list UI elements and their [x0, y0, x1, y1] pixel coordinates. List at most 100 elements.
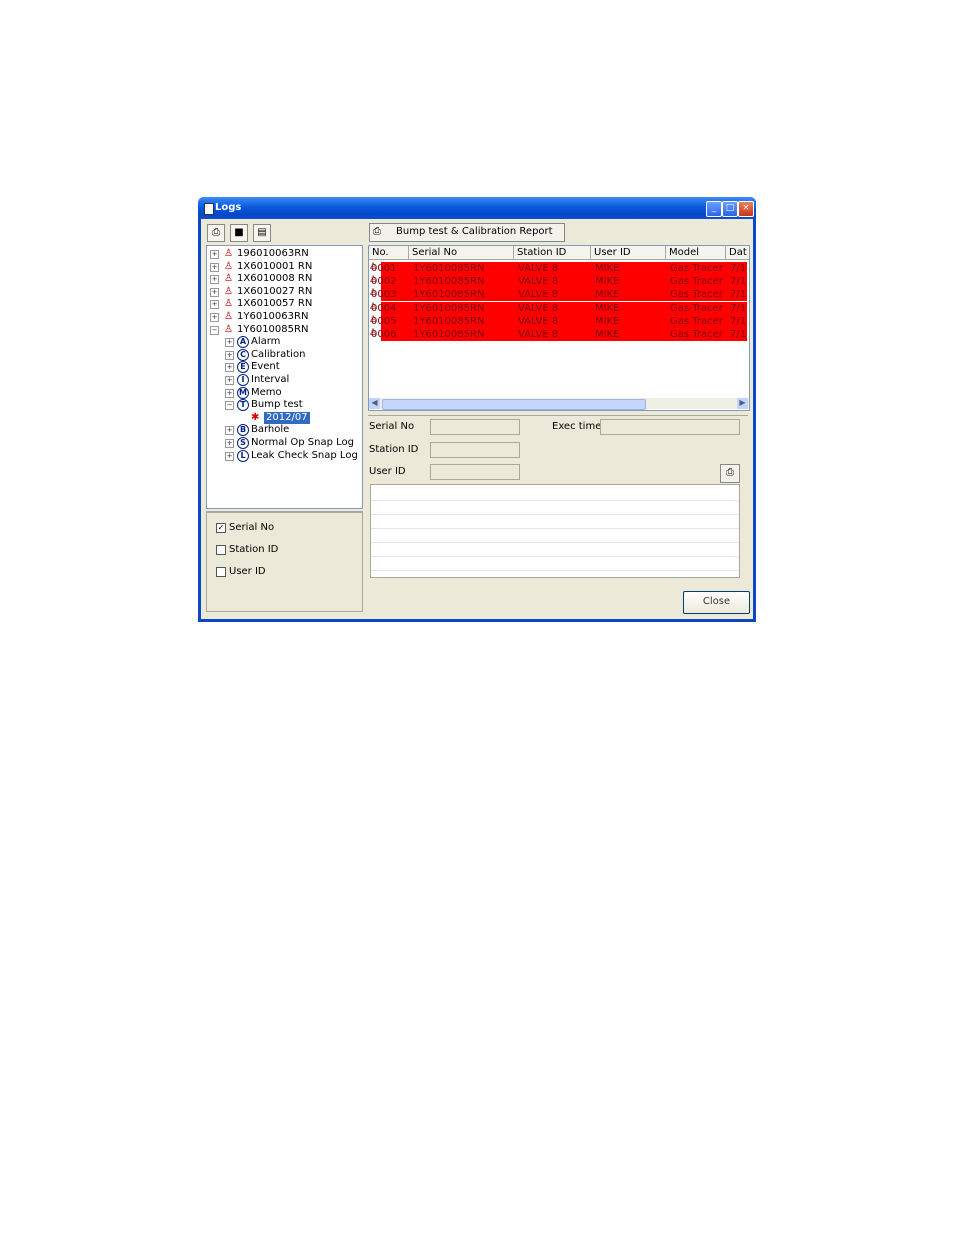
- table-cell: MIKE: [595, 329, 620, 340]
- table-row[interactable]: ♙ 0006 1Y6010085RN VALVE 8 MIKE Gas Tracer 7/1: [369, 328, 747, 341]
- filter-panel: ✓ Serial No Station ID User ID: [206, 511, 363, 612]
- column-header-5[interactable]: Dat: [726, 246, 749, 260]
- user-label: User ID: [369, 466, 406, 477]
- table-cell: 7/1: [730, 302, 747, 314]
- horizontal-scrollbar[interactable]: ◀ ▶: [369, 398, 749, 410]
- column-header-2[interactable]: Station ID: [514, 246, 591, 260]
- expand-icon[interactable]: +: [225, 338, 234, 348]
- table-cell: MIKE: [595, 302, 620, 314]
- category-a-icon: A: [237, 336, 249, 349]
- table-row[interactable]: ♙ 0004 1Y6010085RN VALVE 8 MIKE Gas Tracer 7/1: [369, 301, 747, 315]
- category-t-icon: T: [237, 399, 249, 412]
- table-cell: 1Y6010085RN: [413, 302, 485, 314]
- column-header-3[interactable]: User ID: [591, 246, 666, 260]
- scroll-right-icon[interactable]: ▶: [737, 398, 748, 409]
- user-checkbox[interactable]: [216, 567, 226, 577]
- category-i-icon: I: [237, 374, 249, 386]
- table-cell: VALVE 8: [518, 276, 559, 288]
- app-icon: [204, 203, 214, 215]
- minimize-icon[interactable]: _: [706, 201, 722, 217]
- expand-icon[interactable]: +: [210, 287, 219, 297]
- table-cell: 7/1: [730, 263, 747, 274]
- table-cell: VALVE 8: [518, 289, 559, 301]
- device-icon: ♙: [224, 323, 233, 335]
- table-cell: 7/1: [730, 276, 747, 288]
- table-row[interactable]: ♙ 0003 1Y6010085RN VALVE 8 MIKE Gas Tracer 7/1: [369, 288, 747, 302]
- serial-field[interactable]: [430, 419, 520, 435]
- detail-grid[interactable]: [370, 484, 740, 578]
- column-header-4[interactable]: Model: [666, 246, 726, 260]
- report-button[interactable]: ⎙ Bump test & Calibration Report: [369, 223, 565, 242]
- station-checkbox-label: Station ID: [229, 544, 279, 555]
- expand-icon[interactable]: +: [210, 300, 219, 310]
- user-field[interactable]: [430, 464, 520, 480]
- table-cell: 1Y6010085RN: [413, 329, 485, 340]
- title-bar[interactable]: Logs _ □ ×: [198, 197, 756, 219]
- expand-icon[interactable]: −: [225, 401, 234, 411]
- table-row[interactable]: ♙ 0005 1Y6010085RN VALVE 8 MIKE Gas Tracer 7/1: [369, 314, 747, 328]
- floppy-icon[interactable]: ■: [230, 224, 248, 242]
- table-cell: VALVE 8: [518, 302, 559, 314]
- table-cell: 0005: [371, 315, 397, 327]
- table-cell: 0003: [371, 289, 397, 301]
- table-cell: 7/1: [730, 329, 747, 340]
- expand-icon[interactable]: +: [210, 262, 219, 272]
- table-cell: Gas Tracer: [670, 263, 723, 274]
- category-e-icon: E: [237, 361, 249, 374]
- device-icon: ♙: [224, 260, 233, 272]
- expand-icon[interactable]: +: [225, 376, 234, 385]
- scroll-thumb[interactable]: [382, 399, 646, 410]
- close-button[interactable]: Close: [683, 591, 750, 614]
- expand-icon[interactable]: +: [225, 439, 234, 448]
- table-cell: MIKE: [595, 263, 620, 274]
- printer-icon[interactable]: ⎙: [207, 224, 225, 242]
- scroll-left-icon[interactable]: ◀: [369, 398, 380, 409]
- table-cell: 1Y6010085RN: [413, 263, 485, 274]
- tree-device-label: 1X6010057 RN: [237, 298, 313, 310]
- print-detail-button[interactable]: ⎙: [720, 464, 740, 483]
- table-cell: 7/1: [730, 315, 747, 327]
- device-icon: ♙: [224, 298, 233, 310]
- expand-icon[interactable]: +: [210, 250, 219, 259]
- tree-device-label: 1Y6010085RN: [237, 323, 309, 335]
- table-cell: 1Y6010085RN: [413, 315, 485, 327]
- table-cell: Gas Tracer: [670, 329, 723, 340]
- column-header-1[interactable]: Serial No: [409, 246, 514, 260]
- category-s-icon: S: [237, 437, 249, 449]
- tree-category-label: Normal Op Snap Log: [251, 437, 354, 448]
- table-cell: MIKE: [595, 276, 620, 288]
- column-header-0[interactable]: No.: [369, 246, 409, 260]
- expand-icon[interactable]: +: [225, 350, 234, 360]
- printer-icon: ⎙: [726, 467, 734, 478]
- expand-icon[interactable]: +: [225, 388, 234, 398]
- serial-checkbox[interactable]: ✓: [216, 523, 226, 533]
- category-c-icon: C: [237, 348, 249, 361]
- device-icon: ♙: [224, 285, 233, 297]
- table-row[interactable]: ♙ 0002 1Y6010085RN VALVE 8 MIKE Gas Tracer 7/1: [369, 275, 747, 289]
- maximize-icon[interactable]: □: [722, 201, 738, 217]
- window-client: ⎙ ■ ▤ ⎙ Bump test & Calibration Report +…: [201, 219, 753, 619]
- table-row[interactable]: ♙ 0001 1Y6010085RN VALVE 8 MIKE Gas Tracer 7/1: [369, 262, 747, 275]
- log-list[interactable]: ◀ ▶ No. Serial No Station ID User ID Model Da…: [368, 245, 750, 411]
- expand-icon[interactable]: +: [225, 363, 234, 373]
- tree-category-label: Event: [251, 361, 280, 373]
- table-cell: 0001: [371, 263, 397, 274]
- expand-icon[interactable]: +: [225, 451, 234, 461]
- exec-time-label: Exec time: [552, 421, 602, 432]
- station-field[interactable]: [430, 442, 520, 458]
- table-cell: VALVE 8: [518, 315, 559, 327]
- close-icon[interactable]: ×: [738, 201, 754, 217]
- expand-icon[interactable]: +: [225, 426, 234, 436]
- tree-device-label: 1X6010027 RN: [237, 285, 313, 297]
- expand-icon[interactable]: +: [210, 313, 219, 322]
- expand-icon[interactable]: −: [210, 325, 219, 335]
- tree-device-label: 196010063RN: [237, 248, 309, 259]
- expand-icon[interactable]: +: [210, 275, 219, 285]
- device-icon: ♙: [224, 248, 233, 259]
- table-cell: 7/1: [730, 289, 747, 301]
- tree-category-label: Leak Check Snap Log: [251, 449, 358, 461]
- device-tree[interactable]: + ♙ 196010063RN + ♙ 1X6010001 RN + ♙ 1X6010008 R…: [206, 245, 363, 509]
- exec-time-field[interactable]: [600, 419, 740, 435]
- clipboard-icon[interactable]: ▤: [253, 224, 271, 242]
- station-checkbox[interactable]: [216, 545, 226, 555]
